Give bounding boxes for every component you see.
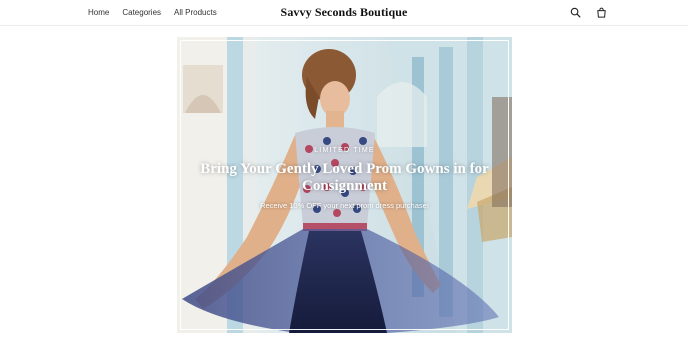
- hero-banner[interactable]: LIMITED TIME Bring Your Gently Loved Pro…: [177, 37, 512, 333]
- cart-icon[interactable]: [596, 7, 607, 18]
- search-icon[interactable]: [570, 7, 581, 18]
- header-icons: [570, 7, 622, 18]
- hero-subtext: Receive 10% OFF your next prom dress pur…: [260, 201, 429, 210]
- site-header: Home Categories All Products Savvy Secon…: [0, 0, 688, 26]
- hero-eyebrow: LIMITED TIME: [314, 147, 375, 154]
- hero-overlay: LIMITED TIME Bring Your Gently Loved Pro…: [177, 147, 512, 210]
- hero-headline: Bring Your Gently Loved Prom Gowns in fo…: [200, 161, 489, 194]
